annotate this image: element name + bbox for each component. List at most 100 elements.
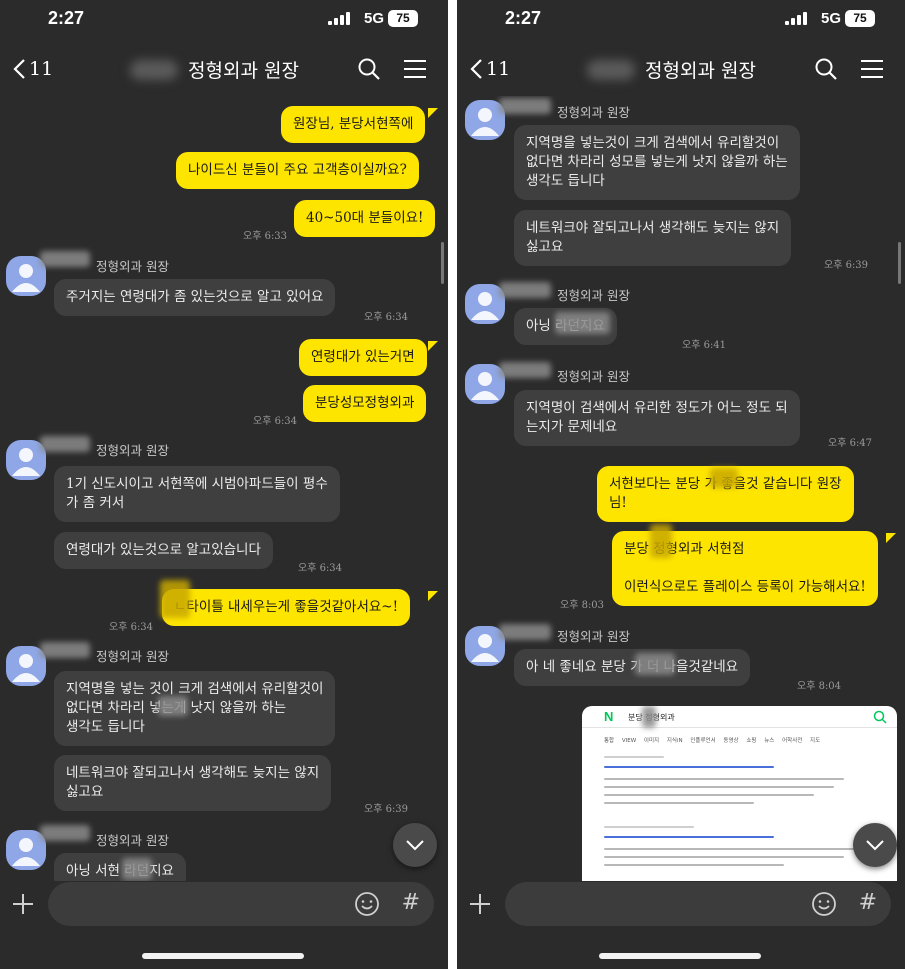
- result-line: [604, 786, 834, 788]
- blurred-name: [499, 362, 551, 378]
- chat-title: 정형외과 원장: [188, 60, 299, 82]
- back-button[interactable]: 11: [469, 54, 510, 84]
- hash-icon[interactable]: #: [859, 890, 877, 915]
- plus-icon[interactable]: [10, 891, 36, 917]
- received-message[interactable]: 1기 신도시이고 서현쪽에 시범아파드들이 평수 가 좀 커서: [54, 466, 340, 522]
- my-message[interactable]: 분당성모정형외과: [303, 385, 427, 422]
- result-link: [604, 766, 774, 768]
- blurred-name: [587, 59, 635, 80]
- battery-icon: 75: [388, 10, 418, 27]
- blurred-name: [499, 624, 551, 640]
- emoji-icon[interactable]: [811, 891, 837, 917]
- left-chat-screen: 2:27 5G 75 11 정형외과 원장 원장님, 분당서현쪽에 나이드신 분…: [0, 0, 448, 969]
- sender-name: 정형외과 원장: [557, 288, 630, 303]
- my-message[interactable]: 원장님, 분당서현쪽에: [281, 106, 426, 143]
- received-message[interactable]: 연령대가 있는것으로 알고있습니다: [54, 532, 273, 569]
- network-label: 5G: [363, 10, 384, 27]
- menu-icon[interactable]: [402, 56, 428, 82]
- battery-icon: 75: [845, 10, 875, 27]
- search-tabs: 통합 VIEW 이미지 지식iN 인플루언서 동영상 쇼핑 뉴스 어학사전 지도: [604, 738, 821, 744]
- chevron-down-icon: [866, 840, 884, 851]
- received-message[interactable]: 지역명을 넣는것이 크게 검색에서 유리할것이 없다면 차라리 성모를 넣는게 …: [514, 125, 800, 200]
- status-time: 2:27: [505, 8, 542, 28]
- received-message[interactable]: 아닝 서현 라던지요: [54, 853, 186, 881]
- scroll-down-button[interactable]: [853, 823, 897, 867]
- message-input[interactable]: #: [48, 882, 434, 926]
- blurred-text: [635, 653, 675, 675]
- chevron-left-icon: [13, 59, 25, 79]
- timestamp: 오후 8:03: [560, 600, 605, 611]
- sender-name: 정형외과 원장: [557, 105, 630, 120]
- result-line: [604, 794, 814, 796]
- signal-icon: [785, 12, 807, 25]
- timestamp: 오후 6:34: [109, 622, 154, 633]
- blurred-name: [40, 825, 90, 841]
- blurred-text: [710, 468, 738, 488]
- my-message[interactable]: 연령대가 있는거면: [299, 339, 427, 376]
- search-icon: [873, 710, 887, 724]
- scrollbar[interactable]: [898, 242, 901, 284]
- received-message[interactable]: 네트워크야 잘되고나서 생각해도 늦지는 않지 싫고요: [54, 755, 332, 811]
- blurred-text: [122, 858, 152, 880]
- blurred-name: [130, 59, 178, 80]
- scroll-down-button[interactable]: [393, 823, 437, 867]
- timestamp: 오후 6:47: [828, 438, 873, 449]
- shared-screenshot-image[interactable]: N 분당 정형외과 통합 VIEW 이미지 지식iN 인플루언서 동영상 쇼핑 …: [582, 706, 897, 881]
- back-button[interactable]: 11: [12, 54, 53, 84]
- message-input-bar: #: [457, 881, 905, 969]
- blurred-text: [642, 706, 656, 728]
- plus-icon[interactable]: [467, 891, 493, 917]
- status-time: 2:27: [48, 8, 85, 28]
- result-line: [604, 756, 664, 758]
- message-input[interactable]: #: [505, 882, 891, 926]
- message-input-bar: #: [0, 881, 448, 969]
- search-icon[interactable]: [813, 56, 839, 82]
- bubble-tail: [886, 533, 896, 543]
- status-bar: 2:27 5G 75: [457, 0, 905, 38]
- chevron-left-icon: [470, 59, 482, 79]
- received-message[interactable]: 아 네 좋네요 분당 가 더 나을것같네요: [514, 649, 751, 686]
- sender-name: 정형외과 원장: [96, 259, 169, 274]
- my-message[interactable]: 40~50대 분들이요!: [294, 200, 436, 237]
- my-message[interactable]: ㄴ타이틀 내세우는게 좋을것같아서요~!: [162, 589, 411, 626]
- timestamp: 오후 6:41: [682, 340, 727, 351]
- message-feed[interactable]: 정형외과 원장 지역명을 넣는것이 크게 검색에서 유리할것이 없다면 차라리 …: [457, 96, 905, 881]
- timestamp: 오후 8:04: [797, 681, 842, 692]
- result-link: [604, 836, 774, 838]
- scrollbar[interactable]: [441, 242, 444, 284]
- status-bar: 2:27 5G 75: [0, 0, 448, 38]
- search-header: N 분당 정형외과: [582, 706, 897, 728]
- chat-header: 11 정형외과 원장: [0, 42, 448, 96]
- sender-name: 정형외과 원장: [96, 443, 169, 458]
- timestamp: 오후 6:34: [298, 563, 343, 574]
- received-message[interactable]: 네트워크야 잘되고나서 생각해도 늦지는 않지 싫고요: [514, 210, 792, 266]
- received-message[interactable]: 지역명을 넣는 것이 크게 검색에서 유리할것이 없다면 차라리 넣는게 낫지 …: [54, 671, 336, 746]
- network-label: 5G: [820, 10, 841, 27]
- right-chat-screen: 2:27 5G 75 11 정형외과 원장 정형외과 원장 지역명을 넣는것이 …: [457, 0, 905, 969]
- emoji-icon[interactable]: [354, 891, 380, 917]
- bubble-tail: [428, 341, 438, 351]
- unread-count: 11: [29, 58, 54, 80]
- timestamp: 오후 6:39: [824, 260, 869, 271]
- blurred-name: [40, 251, 90, 267]
- blurred-text: [160, 580, 190, 618]
- menu-icon[interactable]: [859, 56, 885, 82]
- bubble-tail: [428, 108, 438, 118]
- received-message[interactable]: 주거지는 연령대가 좀 있는것으로 알고 있어요: [54, 279, 336, 316]
- timestamp: 오후 6:34: [253, 416, 298, 427]
- blurred-text: [555, 312, 610, 334]
- home-indicator: [142, 953, 304, 959]
- signal-icon: [328, 12, 350, 25]
- chat-header: 11 정형외과 원장: [457, 42, 905, 96]
- received-message[interactable]: 지역명이 검색에서 유리한 정도가 어느 정도 되 는지가 문제네요: [514, 390, 800, 446]
- message-feed[interactable]: 원장님, 분당서현쪽에 나이드신 분들이 주요 고객층이실까요? 40~50대 …: [0, 96, 448, 881]
- result-line: [604, 856, 844, 858]
- blurred-name: [499, 282, 551, 298]
- bubble-tail: [428, 591, 438, 601]
- search-icon[interactable]: [356, 56, 382, 82]
- hash-icon[interactable]: #: [402, 890, 420, 915]
- blurred-name: [40, 436, 90, 452]
- timestamp: 오후 6:34: [364, 312, 409, 323]
- sender-name: 정형외과 원장: [96, 649, 169, 664]
- my-message[interactable]: 나이드신 분들이 주요 고객층이실까요?: [176, 152, 419, 189]
